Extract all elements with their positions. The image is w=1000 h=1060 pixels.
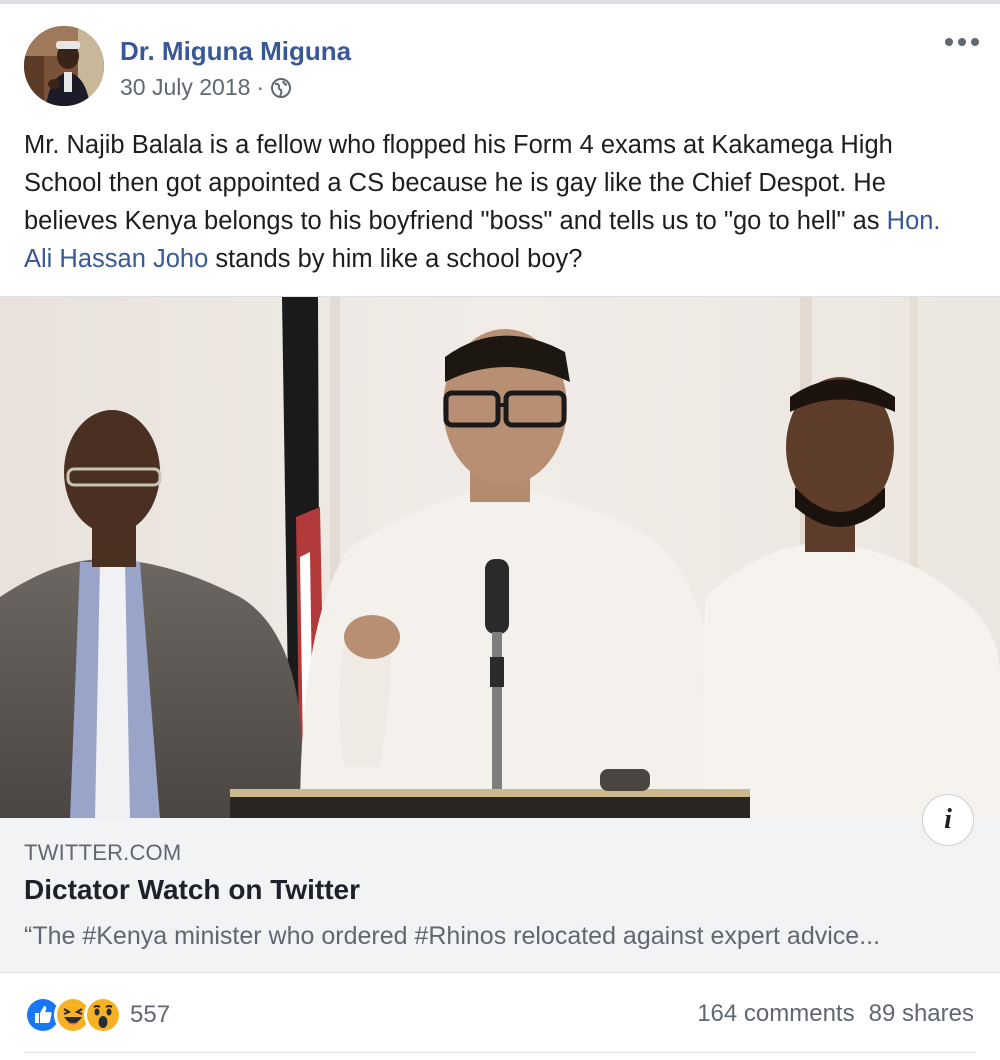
divider [24,1052,976,1053]
link-description: “The #Kenya minister who ordered #Rhinos… [24,922,881,950]
meta-separator: · [256,74,265,100]
author-avatar[interactable] [24,26,104,106]
author-name[interactable]: Dr. Miguna Miguna [120,36,351,67]
info-icon[interactable]: i [922,794,974,846]
link-preview-image[interactable] [0,296,1000,819]
link-title[interactable]: Dictator Watch on Twitter [24,874,360,906]
facebook-post: Dr. Miguna Miguna 30 July 2018 · Mr. Naj… [0,0,1000,1060]
link-preview-info[interactable]: i TWITTER.COM Dictator Watch on Twitter … [0,794,1000,973]
post-date[interactable]: 30 July 2018 [120,74,250,101]
shares-count[interactable]: 89 shares [869,1000,974,1028]
post-text-part1: Mr. Najib Balala is a fellow who flopped… [24,131,893,235]
wow-icon [84,996,122,1034]
link-domain: TWITTER.COM [24,840,182,865]
post-text: Mr. Najib Balala is a fellow who flopped… [24,126,974,278]
engagement-stats: 164 comments 89 shares [697,1000,974,1028]
more-options-icon[interactable] [942,30,982,54]
comments-count[interactable]: 164 comments [697,1000,854,1028]
reactions-summary[interactable]: 557 [24,996,170,1034]
top-border [0,0,1000,4]
post-text-part2: stands by him like a school boy? [208,245,583,273]
globe-icon[interactable] [270,77,292,99]
post-meta: 30 July 2018 · [120,74,292,101]
reactions-count[interactable]: 557 [130,1001,170,1029]
